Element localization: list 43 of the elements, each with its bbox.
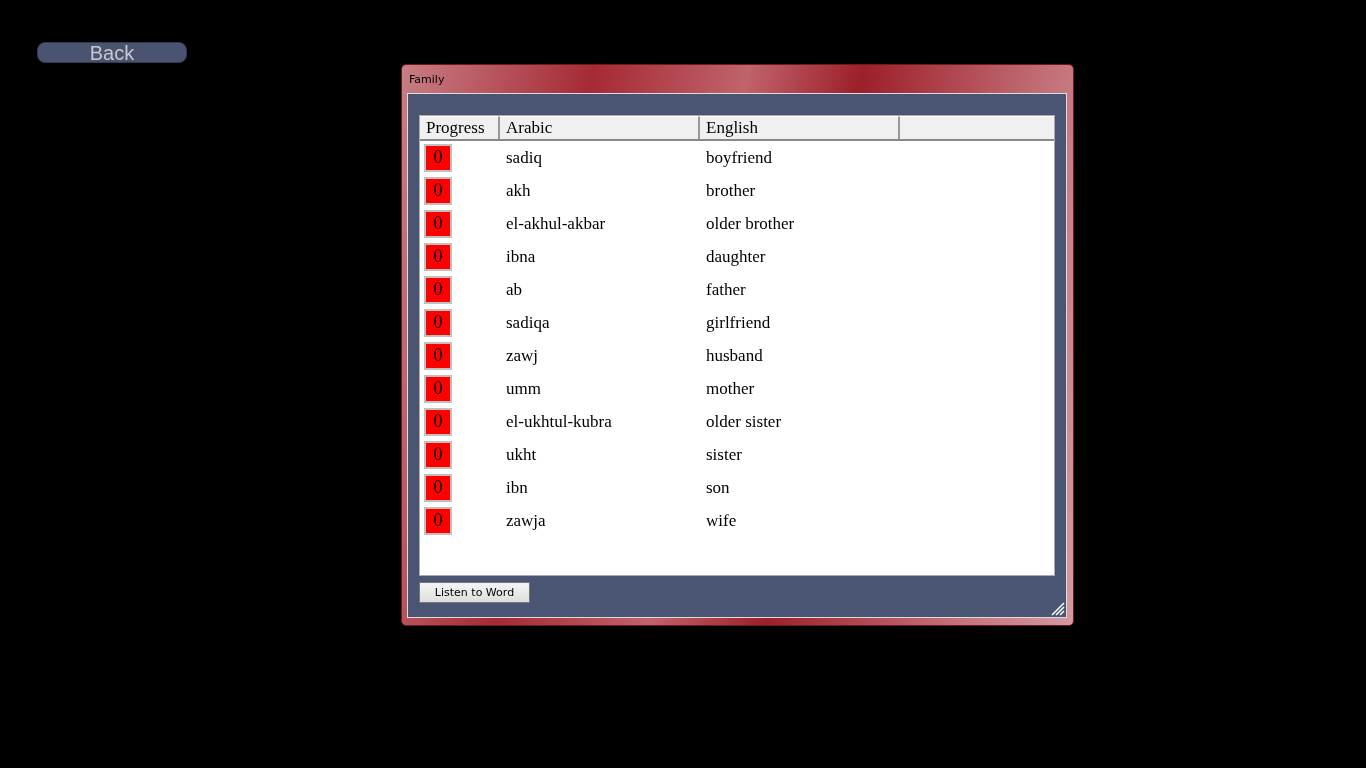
progress-cell: 0 bbox=[424, 143, 452, 172]
resize-grip-icon[interactable] bbox=[1049, 600, 1065, 616]
arabic-word: ukht bbox=[505, 444, 538, 465]
arabic-word: el-akhul-akbar bbox=[505, 213, 607, 234]
column-header[interactable]: Arabic bbox=[500, 116, 700, 139]
progress-cell: 0 bbox=[424, 209, 452, 238]
arabic-word: ibna bbox=[505, 246, 537, 267]
arabic-word: zawja bbox=[505, 510, 547, 531]
english-word: brother bbox=[705, 180, 757, 201]
english-word: older sister bbox=[705, 411, 783, 432]
arabic-word: sadiqa bbox=[505, 312, 551, 333]
english-word: girlfriend bbox=[705, 312, 772, 333]
window-title: Family bbox=[409, 72, 445, 86]
english-word: son bbox=[705, 477, 731, 498]
english-word: older brother bbox=[705, 213, 796, 234]
english-word: mother bbox=[705, 378, 756, 399]
progress-cell: 0 bbox=[424, 407, 452, 436]
arabic-word: sadiq bbox=[505, 147, 543, 168]
english-word: sister bbox=[705, 444, 743, 465]
english-word: boyfriend bbox=[705, 147, 774, 168]
column-header[interactable]: English bbox=[700, 116, 900, 139]
arabic-word: ab bbox=[505, 279, 524, 300]
progress-cell: 0 bbox=[424, 176, 452, 205]
english-word: husband bbox=[705, 345, 764, 366]
progress-cell: 0 bbox=[424, 473, 452, 502]
progress-cell: 0 bbox=[424, 440, 452, 469]
progress-cell: 0 bbox=[424, 506, 452, 535]
arabic-word: ibn bbox=[505, 477, 529, 498]
progress-cell: 0 bbox=[424, 275, 452, 304]
arabic-word: el-ukhtul-kubra bbox=[505, 411, 613, 432]
progress-cell: 0 bbox=[424, 374, 452, 403]
listen-button[interactable]: Listen to Word bbox=[419, 582, 530, 603]
back-button[interactable]: Back bbox=[37, 42, 187, 63]
progress-cell: 0 bbox=[424, 341, 452, 370]
column-header[interactable]: Progress bbox=[420, 116, 500, 139]
english-word: daughter bbox=[705, 246, 767, 267]
progress-cell: 0 bbox=[424, 308, 452, 337]
arabic-word: zawj bbox=[505, 345, 540, 366]
arabic-word: umm bbox=[505, 378, 542, 399]
english-word: father bbox=[705, 279, 747, 300]
progress-cell: 0 bbox=[424, 242, 452, 271]
arabic-word: akh bbox=[505, 180, 532, 201]
english-word: wife bbox=[705, 510, 738, 531]
